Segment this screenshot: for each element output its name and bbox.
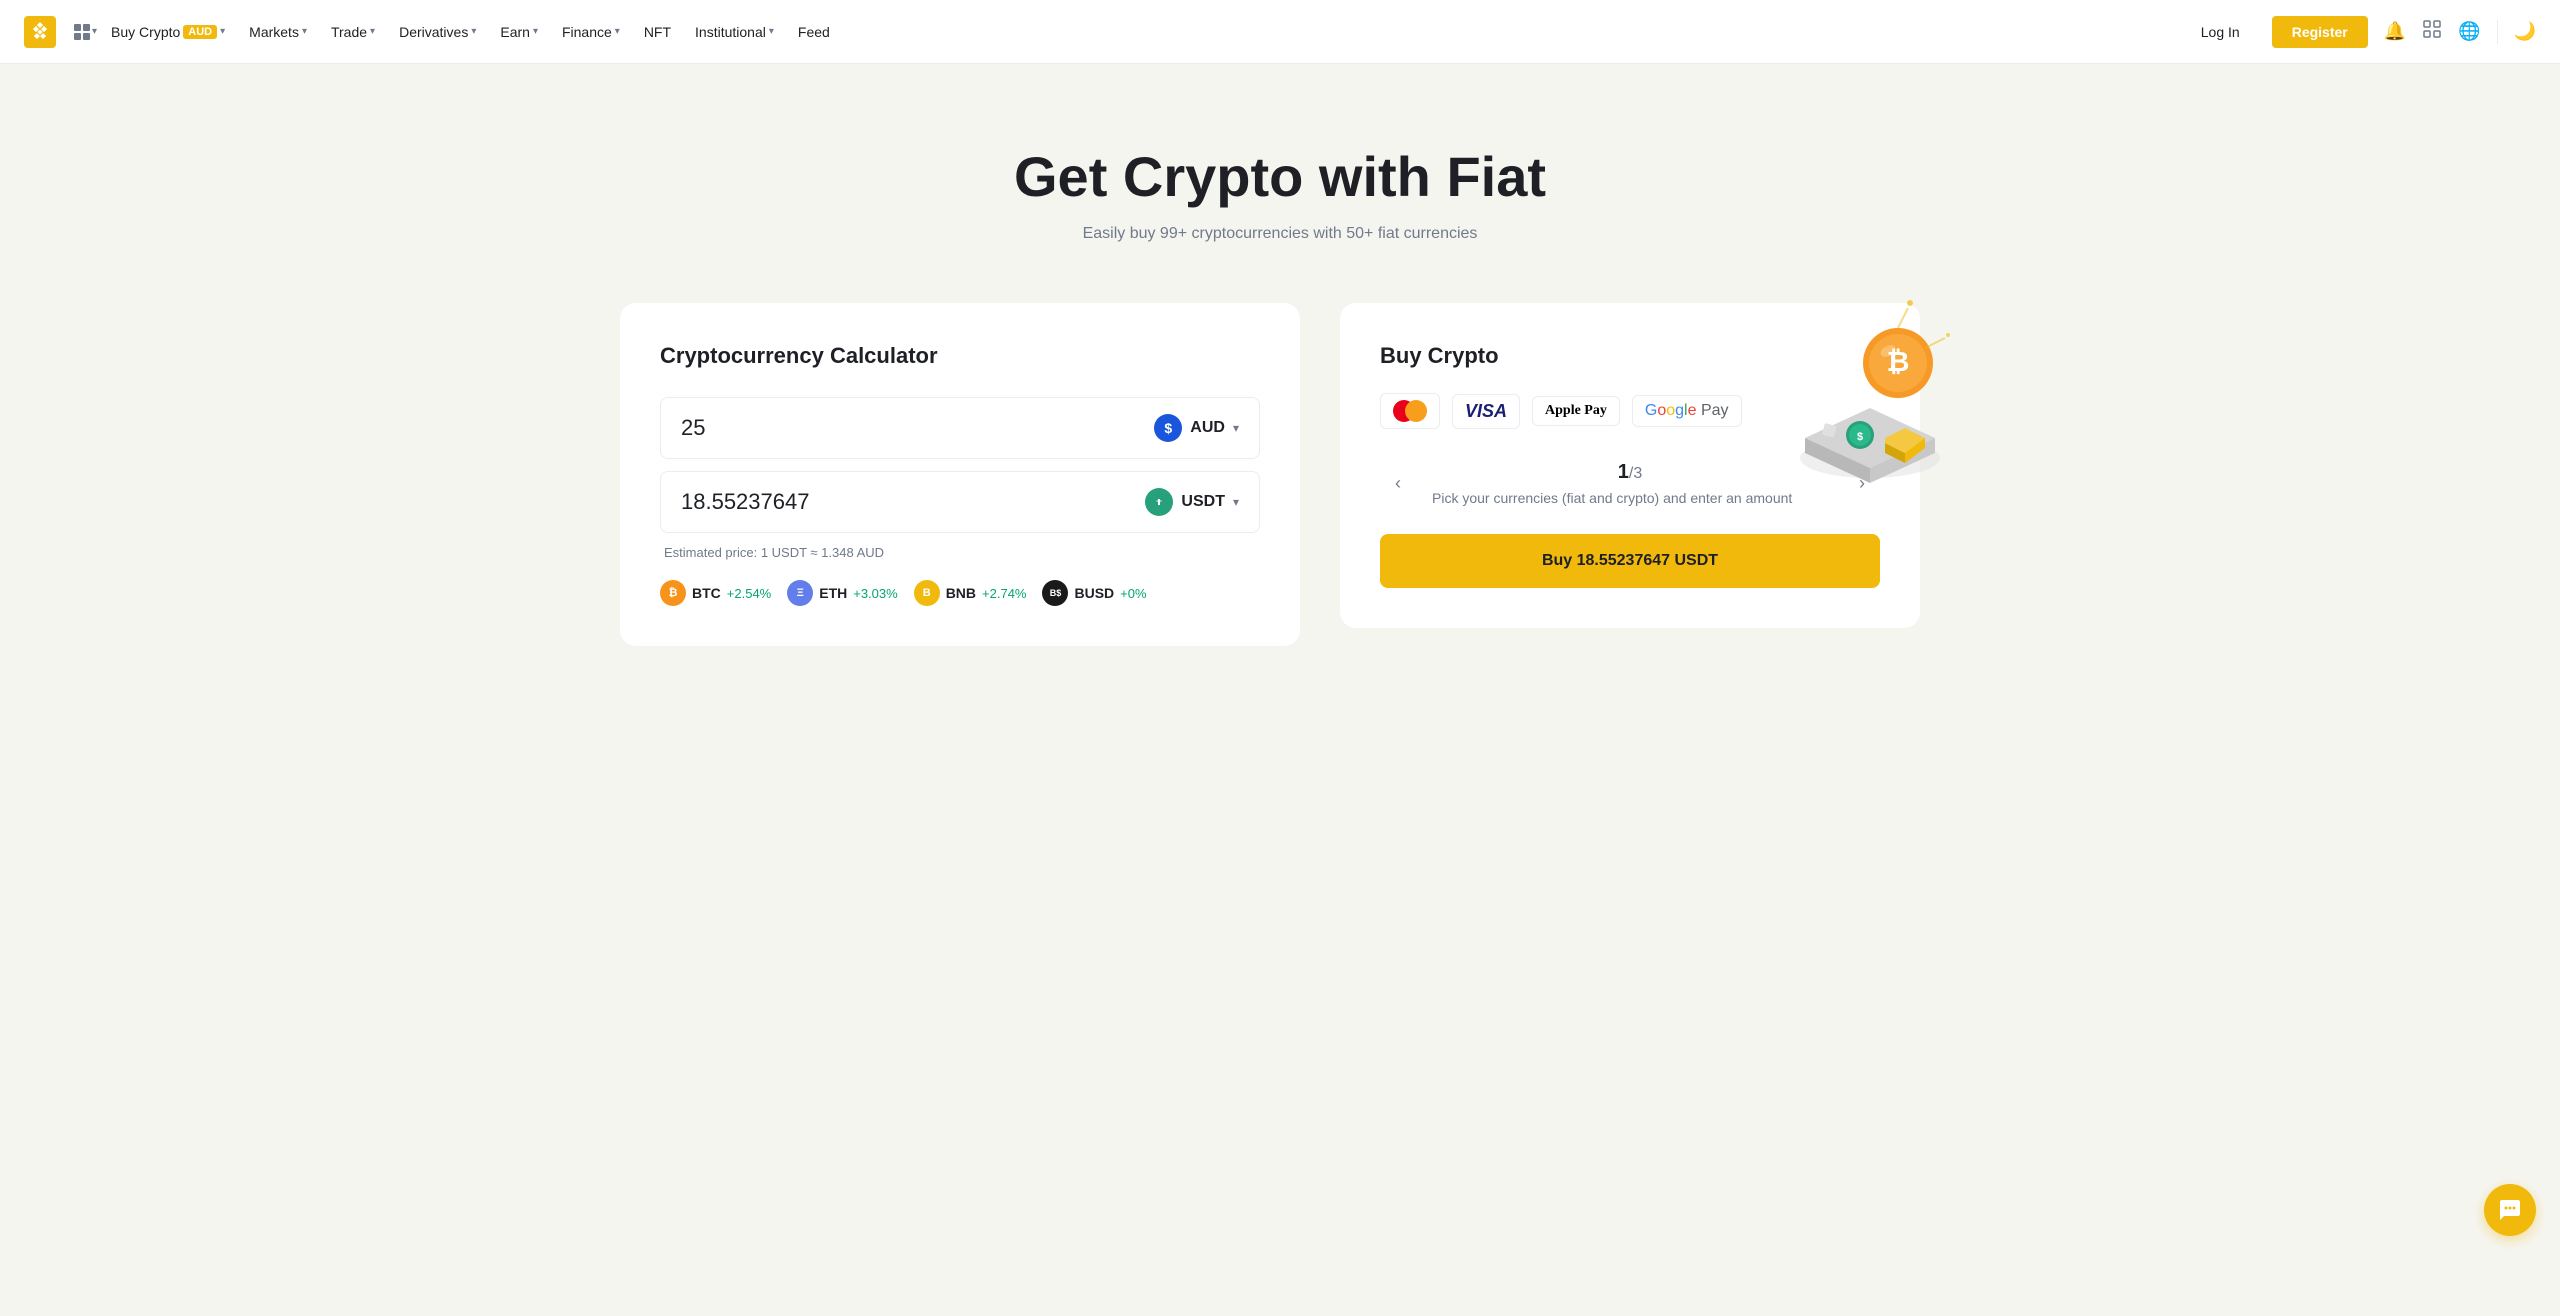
hero-title: Get Crypto with Fiat <box>24 144 2536 209</box>
buy-crypto-card: Buy Crypto VISA Apple Pay Goog <box>1340 303 1920 628</box>
institutional-chevron: ▾ <box>769 26 774 37</box>
googlepay-text: Google Pay <box>1645 402 1729 420</box>
crypto-currency-label: USDT <box>1181 493 1225 511</box>
earn-chevron: ▾ <box>533 26 538 37</box>
applepay-logo[interactable]: Apple Pay <box>1532 396 1620 426</box>
slider-content: 1/3 Pick your currencies (fiat and crypt… <box>1416 461 1844 506</box>
hero-subtitle: Easily buy 99+ cryptocurrencies with 50+… <box>24 225 2536 243</box>
crypto-currency-arrow: ▾ <box>1233 495 1239 509</box>
hero-section: Get Crypto with Fiat Easily buy 99+ cryp… <box>0 64 2560 303</box>
main-content: Cryptocurrency Calculator 25 $ AUD ▾ 18.… <box>580 303 1980 706</box>
fiat-input-group[interactable]: 25 $ AUD ▾ <box>660 397 1260 459</box>
eth-icon: Ξ <box>787 580 813 606</box>
busd-label: BUSD <box>1074 585 1114 601</box>
calculator-card: Cryptocurrency Calculator 25 $ AUD ▾ 18.… <box>620 303 1300 646</box>
slider-prev-button[interactable]: ‹ <box>1380 466 1416 502</box>
slider-counter: 1/3 <box>1432 461 1828 484</box>
derivatives-chevron: ▾ <box>471 26 476 37</box>
visa-text: VISA <box>1465 401 1507 422</box>
crypto-item-busd[interactable]: B$ BUSD +0% <box>1042 580 1146 606</box>
nav-item-earn[interactable]: Earn ▾ <box>490 16 548 48</box>
crypto-item-bnb[interactable]: B BNB +2.74% <box>914 580 1027 606</box>
fiat-currency-arrow: ▾ <box>1233 421 1239 435</box>
crypto-item-eth[interactable]: Ξ ETH +3.03% <box>787 580 897 606</box>
usdt-icon <box>1145 488 1173 516</box>
markets-chevron: ▾ <box>302 26 307 37</box>
eth-label: ETH <box>819 585 847 601</box>
googlepay-logo[interactable]: Google Pay <box>1632 395 1742 427</box>
visa-logo[interactable]: VISA <box>1452 394 1520 429</box>
nav-item-buy-crypto[interactable]: Buy Crypto AUD ▾ <box>101 16 235 48</box>
fiat-currency-selector[interactable]: $ AUD ▾ <box>1154 414 1239 442</box>
aud-icon: $ <box>1154 414 1182 442</box>
nav-right: Log In Register 🔔 🌐 🌙 <box>2185 16 2536 48</box>
navbar: ▾ Buy Crypto AUD ▾ Markets ▾ Trade ▾ Der… <box>0 0 2560 64</box>
btc-icon: ₿ <box>660 580 686 606</box>
nav-item-nft[interactable]: NFT <box>634 16 681 48</box>
crypto-output-group[interactable]: 18.55237647 USDT ▾ <box>660 471 1260 533</box>
nav-item-trade[interactable]: Trade ▾ <box>321 16 385 48</box>
nav-item-derivatives[interactable]: Derivatives ▾ <box>389 16 486 48</box>
register-button[interactable]: Register <box>2272 16 2368 48</box>
buy-crypto-title: Buy Crypto <box>1380 343 1880 369</box>
notification-icon[interactable]: 🔔 <box>2384 21 2406 42</box>
step-slider: ‹ 1/3 Pick your currencies (fiat and cry… <box>1380 461 1880 506</box>
crypto-currency-selector[interactable]: USDT ▾ <box>1145 488 1239 516</box>
fiat-currency-label: AUD <box>1190 419 1225 437</box>
crypto-amount-value[interactable]: 18.55237647 <box>681 489 809 515</box>
buy-crypto-section: Buy Crypto VISA Apple Pay Goog <box>1340 303 1940 628</box>
mastercard-logo[interactable] <box>1380 393 1440 429</box>
trade-chevron: ▾ <box>370 26 375 37</box>
binance-logo[interactable] <box>24 16 56 48</box>
btc-change: +2.54% <box>727 586 771 601</box>
buy-button[interactable]: Buy 18.55237647 USDT <box>1380 534 1880 588</box>
btc-label: BTC <box>692 585 721 601</box>
bnb-label: BNB <box>946 585 976 601</box>
nav-item-markets[interactable]: Markets ▾ <box>239 16 317 48</box>
busd-change: +0% <box>1120 586 1146 601</box>
nav-item-feed[interactable]: Feed <box>788 16 840 48</box>
bnb-change: +2.74% <box>982 586 1026 601</box>
nav-menu: Buy Crypto AUD ▾ Markets ▾ Trade ▾ Deriv… <box>101 16 2185 48</box>
theme-toggle-icon[interactable]: 🌙 <box>2514 21 2536 42</box>
estimated-price: Estimated price: 1 USDT ≈ 1.348 AUD <box>660 545 1260 560</box>
chat-bubble-button[interactable] <box>2484 1184 2536 1236</box>
crypto-item-btc[interactable]: ₿ BTC +2.54% <box>660 580 771 606</box>
fiat-amount-value[interactable]: 25 <box>681 415 705 441</box>
grid-menu-chevron: ▾ <box>92 26 97 37</box>
payment-methods: VISA Apple Pay Google Pay <box>1380 393 1880 429</box>
slider-next-button[interactable]: › <box>1844 466 1880 502</box>
nav-item-institutional[interactable]: Institutional ▾ <box>685 16 784 48</box>
profile-icon[interactable] <box>2422 19 2442 44</box>
language-icon[interactable]: 🌐 <box>2458 21 2480 42</box>
bnb-icon: B <box>914 580 940 606</box>
mastercard-circle-orange <box>1405 400 1427 422</box>
finance-chevron: ▾ <box>615 26 620 37</box>
crypto-list: ₿ BTC +2.54% Ξ ETH +3.03% B BNB +2.74% B… <box>660 580 1260 606</box>
busd-icon: B$ <box>1042 580 1068 606</box>
eth-change: +3.03% <box>853 586 897 601</box>
buy-crypto-chevron: ▾ <box>220 26 225 37</box>
nav-divider <box>2497 20 2498 44</box>
applepay-text: Apple Pay <box>1545 403 1607 419</box>
nav-item-finance[interactable]: Finance ▾ <box>552 16 630 48</box>
slider-description: Pick your currencies (fiat and crypto) a… <box>1432 490 1828 506</box>
aud-badge: AUD <box>183 25 217 39</box>
calculator-title: Cryptocurrency Calculator <box>660 343 1260 369</box>
grid-menu-icon[interactable]: ▾ <box>72 22 97 42</box>
login-button[interactable]: Log In <box>2185 16 2256 48</box>
